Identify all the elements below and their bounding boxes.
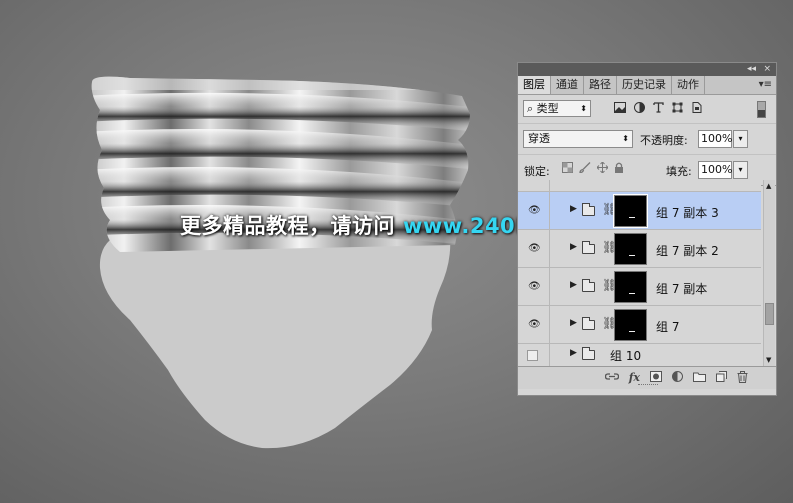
layer-row[interactable]: 👁 ▶ ⛓ 组 7 副本 [518, 268, 761, 306]
select-caret-icon: ⬍ [622, 134, 629, 143]
layer-row[interactable]: 👁 ▶ ⛓ 组 7 副本 2 [518, 230, 761, 268]
layers-panel: ◂◂ × 图层 通道 路径 历史记录 动作 ▾≡ ⌕ 类型 ⬍ 穿透 ⬍ 不透明… [517, 62, 777, 396]
tab-actions[interactable]: 动作 [672, 76, 705, 94]
lock-position-icon[interactable] [597, 162, 608, 173]
filter-label: 类型 [536, 102, 559, 115]
filter-toggle[interactable] [757, 101, 766, 118]
image-filter-icon[interactable] [614, 102, 626, 113]
tab-history[interactable]: 历史记录 [617, 76, 672, 94]
layer-name[interactable]: 组 7 副本 3 [656, 204, 719, 221]
layer-row[interactable]: 👁 ▶ ⛓ 组 7 [518, 306, 761, 344]
shape-filter-icon[interactable] [672, 102, 683, 113]
visibility-toggle[interactable]: 👁 [518, 306, 550, 343]
hidden-visibility-box[interactable] [527, 350, 538, 361]
lock-icons [562, 162, 624, 173]
expand-arrow-icon[interactable]: ▶ [570, 204, 577, 214]
new-layer-icon[interactable] [716, 371, 727, 382]
lock-transparent-icon[interactable] [562, 162, 573, 173]
tab-paths[interactable]: 路径 [584, 76, 617, 94]
new-group-icon[interactable] [693, 371, 706, 382]
layer-name[interactable]: 组 7 副本 2 [656, 242, 719, 259]
eye-icon[interactable]: 👁 [528, 281, 541, 292]
layer-name[interactable]: 组 10 [610, 347, 641, 364]
adjustment-filter-icon[interactable] [634, 102, 645, 113]
layer-mask-thumbnail[interactable] [614, 309, 647, 341]
layer-mask-thumbnail[interactable] [614, 271, 647, 303]
layer-mask-thumbnail[interactable] [613, 194, 648, 228]
layer-mask-thumbnail[interactable] [614, 233, 647, 265]
folder-icon [582, 347, 595, 360]
watermark-text: 更多精品教程，请访问 [180, 214, 395, 238]
panel-bottom-bar: fx [518, 366, 776, 389]
text-filter-icon[interactable] [653, 102, 664, 113]
delete-layer-icon[interactable] [737, 371, 748, 383]
lock-pixels-icon[interactable] [579, 162, 591, 173]
folder-icon [582, 241, 595, 254]
fill-label: 填充: [666, 165, 692, 178]
panel-tabs: 图层 通道 路径 历史记录 动作 ▾≡ [518, 76, 776, 95]
folder-icon [582, 279, 595, 292]
eye-icon[interactable]: 👁 [528, 243, 541, 254]
panel-menu-icon[interactable]: ▾≡ [759, 76, 772, 94]
folder-icon [582, 317, 595, 330]
blend-row: 穿透 ⬍ 不透明度: 100% ▾ [518, 124, 776, 155]
blend-mode-select[interactable]: 穿透 ⬍ [523, 130, 633, 148]
eye-icon[interactable]: 👁 [528, 205, 541, 216]
fx-icon[interactable]: fx [629, 371, 640, 384]
filter-icons [614, 102, 702, 113]
lock-all-icon[interactable] [614, 162, 624, 173]
layer-row-partial[interactable] [518, 180, 761, 192]
bulb-base-shape [99, 236, 451, 449]
scroll-up-icon[interactable]: ▲ [766, 182, 771, 190]
lock-label: 锁定: [524, 165, 550, 178]
expand-arrow-icon[interactable]: ▶ [570, 280, 577, 290]
new-adjustment-icon[interactable] [672, 371, 683, 382]
panel-titlebar[interactable]: ◂◂ × [518, 63, 776, 76]
layers-scrollbar[interactable]: ▲ ▼ [763, 180, 775, 366]
resize-grip[interactable] [638, 384, 658, 389]
collapse-icon[interactable]: ◂◂ [747, 63, 756, 76]
expand-arrow-icon[interactable]: ▶ [570, 242, 577, 252]
visibility-column [518, 180, 550, 191]
opacity-label: 不透明度: [640, 134, 688, 147]
bottom-icons: fx [604, 371, 748, 384]
scroll-down-icon[interactable]: ▼ [766, 356, 771, 364]
expand-arrow-icon[interactable]: ▶ [570, 348, 577, 358]
scroll-thumb[interactable] [765, 303, 774, 325]
layers-list: 👁 ▶ ⛓ 组 7 副本 3 👁 ▶ ⛓ 组 7 副本 2 👁 ▶ ⛓ 组 7 … [518, 180, 761, 366]
link-layers-icon[interactable] [604, 371, 619, 382]
layer-row[interactable]: 👁 ▶ ⛓ 组 7 副本 3 [518, 192, 761, 230]
add-mask-icon[interactable] [650, 371, 662, 382]
visibility-toggle[interactable]: 👁 [518, 268, 550, 305]
blend-mode-value: 穿透 [528, 132, 550, 145]
visibility-toggle[interactable]: 👁 [518, 192, 550, 229]
filter-row: ⌕ 类型 ⬍ [518, 95, 776, 124]
folder-icon [582, 203, 595, 216]
tab-layers[interactable]: 图层 [518, 76, 551, 94]
layer-name[interactable]: 组 7 副本 [656, 280, 707, 297]
tab-channels[interactable]: 通道 [551, 76, 584, 94]
fill-field[interactable]: 100% [698, 161, 732, 179]
visibility-toggle[interactable]: 👁 [518, 230, 550, 267]
smart-object-filter-icon[interactable] [691, 102, 702, 113]
fill-dropdown-icon[interactable]: ▾ [733, 161, 748, 179]
select-caret-icon: ⬍ [580, 104, 587, 113]
expand-arrow-icon[interactable]: ▶ [570, 318, 577, 328]
layer-row[interactable]: ▶ 组 10 [518, 344, 761, 366]
search-icon: ⌕ [527, 102, 534, 115]
opacity-dropdown-icon[interactable]: ▾ [733, 130, 748, 148]
layer-filter-select[interactable]: ⌕ 类型 ⬍ [523, 100, 591, 117]
close-icon[interactable]: × [763, 63, 771, 76]
opacity-field[interactable]: 100% [698, 130, 732, 148]
layer-name[interactable]: 组 7 [656, 318, 679, 335]
visibility-toggle[interactable] [518, 344, 550, 366]
eye-icon[interactable]: 👁 [528, 319, 541, 330]
